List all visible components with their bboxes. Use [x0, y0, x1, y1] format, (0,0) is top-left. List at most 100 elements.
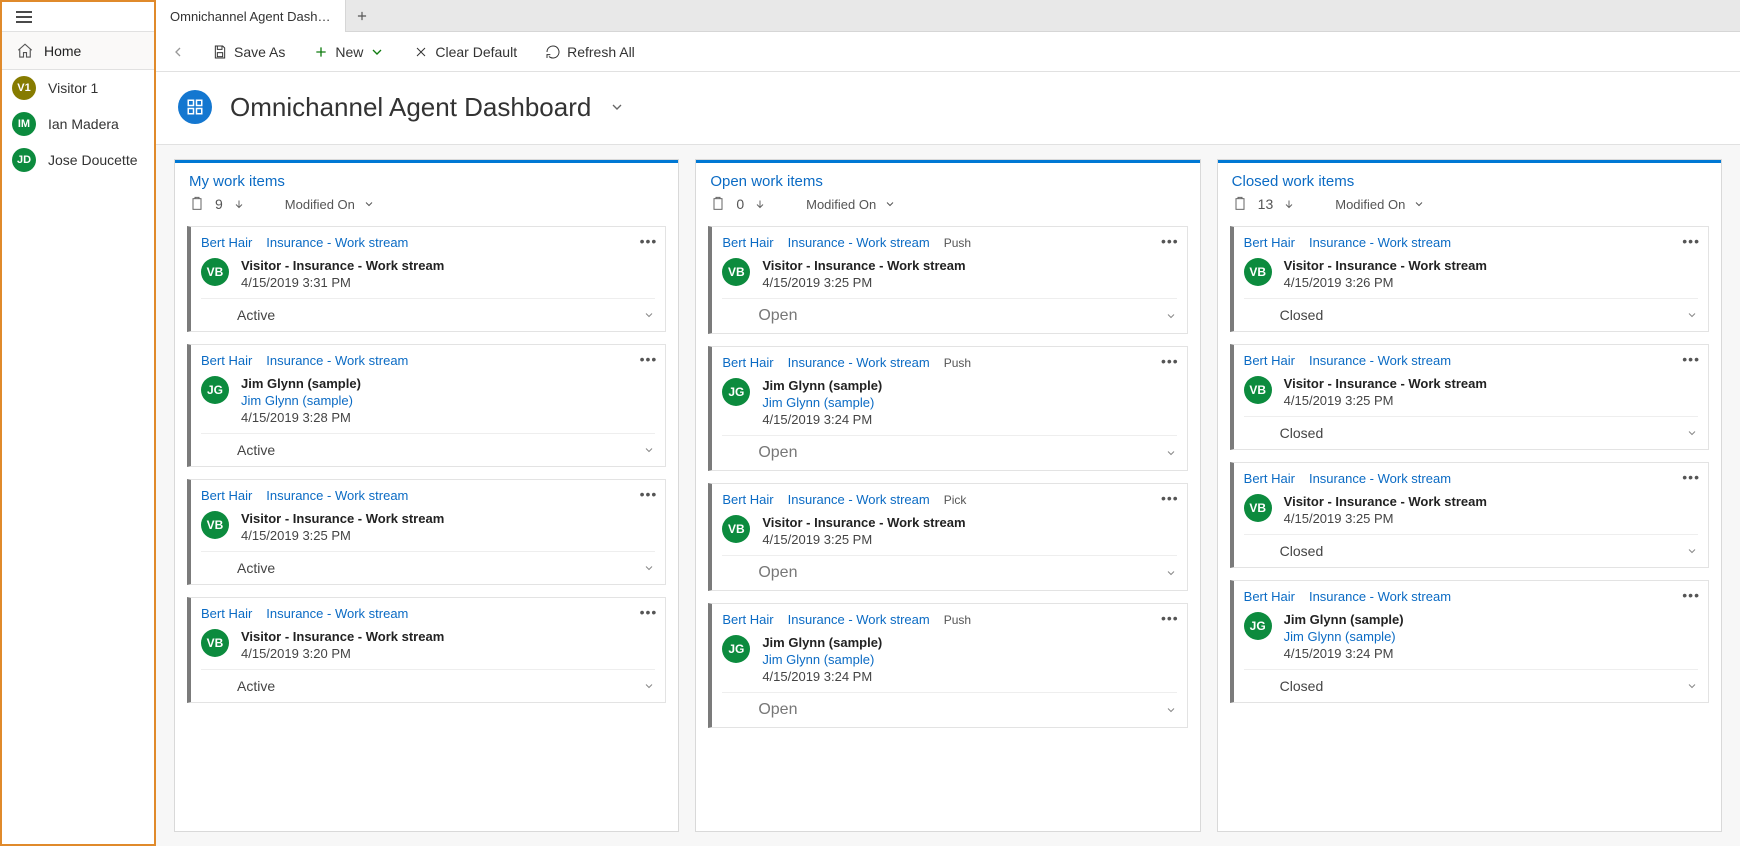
card-footer[interactable]: Closed — [1244, 534, 1698, 567]
work-item-card[interactable]: ••• Bert Hair Insurance - Work stream VB… — [1230, 226, 1709, 332]
card-footer[interactable]: Open — [722, 298, 1176, 333]
avatar: VB — [1244, 494, 1272, 522]
column-sort[interactable]: Modified On — [1335, 197, 1425, 212]
card-link[interactable]: Jim Glynn (sample) — [241, 393, 361, 408]
card-stream[interactable]: Insurance - Work stream — [788, 235, 930, 250]
work-item-card[interactable]: ••• Bert Hair Insurance - Work stream VB… — [1230, 344, 1709, 450]
card-assignee[interactable]: Bert Hair — [722, 612, 773, 627]
column-sort[interactable]: Modified On — [806, 197, 896, 212]
work-item-card[interactable]: ••• Bert Hair Insurance - Work stream VB… — [187, 479, 666, 585]
page-title-dropdown[interactable] — [609, 99, 625, 115]
new-tab-button[interactable] — [346, 0, 378, 31]
card-menu[interactable]: ••• — [1161, 353, 1179, 369]
card-stream[interactable]: Insurance - Work stream — [266, 235, 408, 250]
card-assignee[interactable]: Bert Hair — [722, 492, 773, 507]
column-meta: 13 Modified On — [1218, 196, 1721, 222]
card-subject: Jim Glynn (sample) — [1284, 612, 1404, 627]
card-menu[interactable]: ••• — [1682, 233, 1700, 249]
card-top: Bert Hair Insurance - Work stream Push — [722, 612, 1176, 627]
card-stream[interactable]: Insurance - Work stream — [1309, 235, 1451, 250]
card-footer[interactable]: Active — [201, 551, 655, 584]
chevron-down-icon — [1686, 309, 1698, 321]
card-footer[interactable]: Active — [201, 669, 655, 702]
sidebar-item[interactable]: JD Jose Doucette — [2, 142, 154, 178]
avatar: V1 — [12, 76, 36, 100]
card-stream[interactable]: Insurance - Work stream — [1309, 471, 1451, 486]
save-as-label: Save As — [234, 44, 285, 60]
card-stream[interactable]: Insurance - Work stream — [788, 612, 930, 627]
card-menu[interactable]: ••• — [640, 233, 658, 249]
card-assignee[interactable]: Bert Hair — [1244, 235, 1295, 250]
card-assignee[interactable]: Bert Hair — [1244, 471, 1295, 486]
card-lines: Jim Glynn (sample) Jim Glynn (sample) 4/… — [762, 378, 882, 427]
work-item-card[interactable]: ••• Bert Hair Insurance - Work stream Pi… — [708, 483, 1187, 591]
back-arrow-icon — [170, 44, 186, 60]
work-item-card[interactable]: ••• Bert Hair Insurance - Work stream JG… — [1230, 580, 1709, 703]
card-link[interactable]: Jim Glynn (sample) — [762, 652, 882, 667]
avatar: JG — [722, 635, 750, 663]
save-as-button[interactable]: Save As — [206, 40, 291, 64]
card-timestamp: 4/15/2019 3:25 PM — [241, 528, 444, 543]
card-menu[interactable]: ••• — [1682, 587, 1700, 603]
work-item-card[interactable]: ••• Bert Hair Insurance - Work stream Pu… — [708, 226, 1187, 334]
hamburger-icon[interactable] — [16, 8, 34, 26]
tab-dashboard[interactable]: Omnichannel Agent Dashbo... — [156, 0, 346, 32]
sidebar-item[interactable]: V1 Visitor 1 — [2, 70, 154, 106]
card-assignee[interactable]: Bert Hair — [722, 355, 773, 370]
card-stream[interactable]: Insurance - Work stream — [266, 606, 408, 621]
back-button[interactable] — [166, 40, 190, 64]
card-footer[interactable]: Closed — [1244, 669, 1698, 702]
card-menu[interactable]: ••• — [1682, 469, 1700, 485]
clear-default-button[interactable]: Clear Default — [407, 40, 523, 64]
work-item-card[interactable]: ••• Bert Hair Insurance - Work stream Pu… — [708, 346, 1187, 471]
card-footer[interactable]: Closed — [1244, 416, 1698, 449]
card-menu[interactable]: ••• — [640, 351, 658, 367]
column-sort[interactable]: Modified On — [285, 197, 375, 212]
card-status: Open — [758, 564, 797, 582]
card-menu[interactable]: ••• — [1161, 490, 1179, 506]
refresh-all-button[interactable]: Refresh All — [539, 40, 641, 64]
card-footer[interactable]: Active — [201, 433, 655, 466]
card-assignee[interactable]: Bert Hair — [1244, 353, 1295, 368]
card-assignee[interactable]: Bert Hair — [722, 235, 773, 250]
card-footer[interactable]: Open — [722, 435, 1176, 470]
card-stream[interactable]: Insurance - Work stream — [1309, 353, 1451, 368]
card-assignee[interactable]: Bert Hair — [201, 606, 252, 621]
avatar: VB — [722, 258, 750, 286]
card-badge: Push — [944, 236, 971, 250]
work-item-card[interactable]: ••• Bert Hair Insurance - Work stream JG… — [187, 344, 666, 467]
card-menu[interactable]: ••• — [640, 604, 658, 620]
new-button[interactable]: New — [307, 40, 391, 64]
card-assignee[interactable]: Bert Hair — [201, 353, 252, 368]
card-menu[interactable]: ••• — [640, 486, 658, 502]
card-footer[interactable]: Active — [201, 298, 655, 331]
card-assignee[interactable]: Bert Hair — [1244, 589, 1295, 604]
card-footer[interactable]: Open — [722, 692, 1176, 727]
card-stream[interactable]: Insurance - Work stream — [1309, 589, 1451, 604]
card-link[interactable]: Jim Glynn (sample) — [1284, 629, 1404, 644]
card-badge: Push — [944, 356, 971, 370]
card-link[interactable]: Jim Glynn (sample) — [762, 395, 882, 410]
card-timestamp: 4/15/2019 3:31 PM — [241, 275, 444, 290]
work-item-card[interactable]: ••• Bert Hair Insurance - Work stream VB… — [1230, 462, 1709, 568]
work-item-card[interactable]: ••• Bert Hair Insurance - Work stream VB… — [187, 226, 666, 332]
card-stream[interactable]: Insurance - Work stream — [788, 355, 930, 370]
card-stream[interactable]: Insurance - Work stream — [788, 492, 930, 507]
card-menu[interactable]: ••• — [1161, 233, 1179, 249]
work-item-card[interactable]: ••• Bert Hair Insurance - Work stream VB… — [187, 597, 666, 703]
card-stream[interactable]: Insurance - Work stream — [266, 353, 408, 368]
card-assignee[interactable]: Bert Hair — [201, 488, 252, 503]
card-footer[interactable]: Open — [722, 555, 1176, 590]
card-menu[interactable]: ••• — [1682, 351, 1700, 367]
card-subject: Visitor - Insurance - Work stream — [1284, 376, 1487, 391]
card-menu[interactable]: ••• — [1161, 610, 1179, 626]
work-item-card[interactable]: ••• Bert Hair Insurance - Work stream Pu… — [708, 603, 1187, 728]
card-stream[interactable]: Insurance - Work stream — [266, 488, 408, 503]
card-footer[interactable]: Closed — [1244, 298, 1698, 331]
card-top: Bert Hair Insurance - Work stream — [201, 606, 655, 621]
card-subject: Visitor - Insurance - Work stream — [1284, 494, 1487, 509]
hamburger-row — [2, 2, 154, 32]
sidebar-item[interactable]: IM Ian Madera — [2, 106, 154, 142]
sidebar-home[interactable]: Home — [2, 32, 154, 70]
card-assignee[interactable]: Bert Hair — [201, 235, 252, 250]
